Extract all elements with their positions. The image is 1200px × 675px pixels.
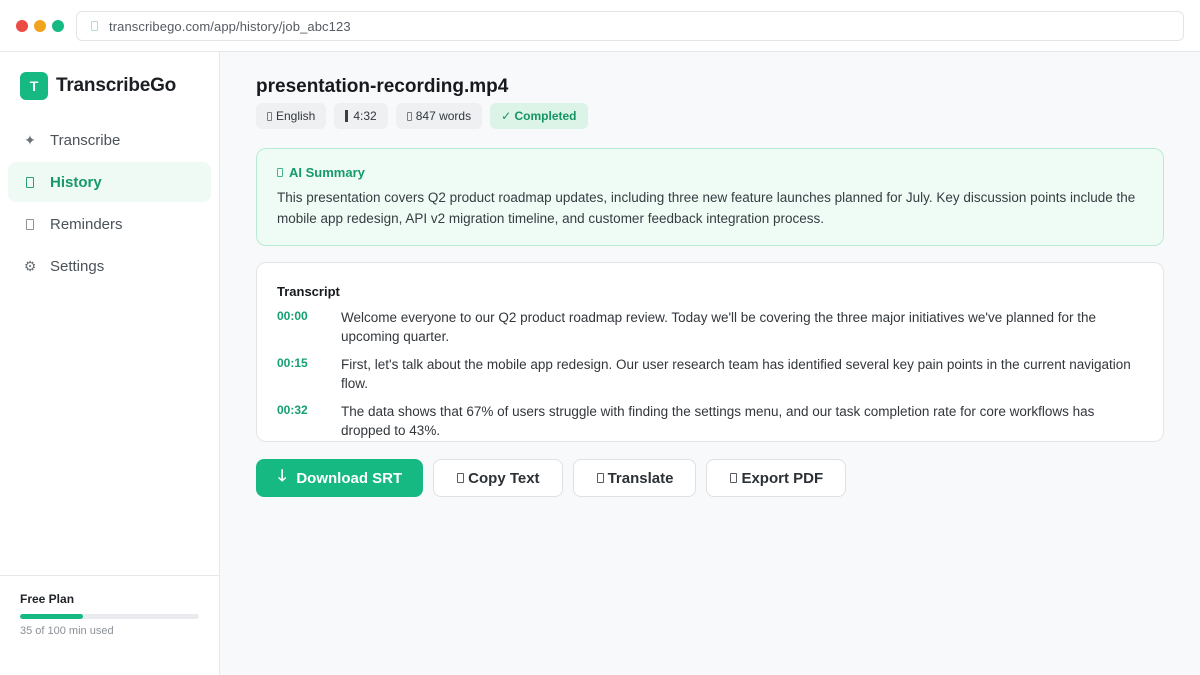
sidebar-item-label: Settings: [50, 257, 105, 275]
segment-text: Welcome everyone to our Q2 product roadm…: [341, 310, 1097, 344]
sidebar-item-label: Reminders: [50, 215, 123, 233]
sparkle-icon: ✦: [24, 131, 36, 148]
browser-bar: transcribego.com/app/history/job_abc123: [0, 0, 1200, 52]
main-content: presentation-recording.mp4 English 4:32 …: [220, 52, 1200, 675]
download-srt-label: Download SRT: [296, 469, 403, 487]
sparkle-icon: [277, 168, 283, 177]
address-bar[interactable]: transcribego.com/app/history/job_abc123: [76, 11, 1184, 41]
ai-summary-card: AI Summary This presentation covers Q2 p…: [256, 148, 1164, 246]
plan-title: Free Plan: [20, 592, 75, 606]
usage-progress-fill: [20, 614, 83, 619]
translate-icon: [596, 473, 604, 483]
history-icon: [23, 176, 37, 188]
export-pdf-button[interactable]: Export PDF: [706, 459, 847, 497]
usage-progress-bar: [20, 614, 199, 619]
pdf-icon: [730, 473, 738, 483]
globe-icon: [267, 111, 272, 121]
ai-summary-text: This presentation covers Q2 product road…: [277, 190, 1136, 226]
export-pdf-label: Export PDF: [741, 469, 824, 487]
word-count-badge: 847 words: [395, 103, 483, 129]
url-text[interactable]: transcribego.com/app/history/job_abc123: [109, 19, 351, 34]
close-window-dot[interactable]: [16, 20, 28, 32]
language-badge: English: [256, 103, 327, 129]
bell-icon: [23, 218, 37, 230]
action-bar: 🡓 Download SRT Copy Text Translate Expor…: [256, 459, 856, 497]
segment-timestamp[interactable]: 00:00: [277, 308, 341, 346]
word-count-text: 847 words: [415, 109, 472, 123]
transcript-segment[interactable]: 00:32 The data shows that 67% of users s…: [277, 402, 1143, 440]
maximize-window-dot[interactable]: [52, 20, 64, 32]
copy-icon: [457, 473, 465, 483]
transcript-card[interactable]: Transcript 00:00 Welcome everyone to our…: [256, 262, 1164, 442]
plan-usage-text: 35 of 100 min used: [20, 625, 114, 637]
transcript-segment[interactable]: 00:00 Welcome everyone to our Q2 product…: [277, 308, 1143, 346]
language-text: English: [276, 109, 316, 123]
sidebar: T TranscribeGo ✦ Transcribe History Remi…: [0, 52, 220, 675]
page-title: presentation-recording.mp4: [256, 76, 509, 97]
ai-summary-heading: AI Summary: [277, 165, 1143, 180]
lock-icon: [91, 21, 98, 31]
brand[interactable]: T TranscribeGo: [20, 72, 176, 100]
gear-icon: ⚙: [23, 257, 37, 274]
clock-icon: [345, 110, 349, 122]
segment-text: The data shows that 67% of users struggl…: [341, 404, 1095, 438]
sidebar-item-reminders[interactable]: Reminders: [8, 204, 211, 244]
copy-text-button[interactable]: Copy Text: [433, 459, 563, 497]
download-icon: 🡓: [278, 467, 287, 485]
duration-badge: 4:32: [334, 103, 388, 129]
status-badge: ✓ Completed: [490, 103, 588, 129]
minimize-window-dot[interactable]: [34, 20, 46, 32]
plan-usage-panel: Free Plan 35 of 100 min used: [0, 575, 219, 675]
file-meta: English 4:32 847 words ✓ Completed: [256, 103, 596, 129]
sidebar-item-transcribe[interactable]: ✦ Transcribe: [8, 120, 211, 160]
translate-label: Translate: [607, 469, 674, 487]
brand-name: TranscribeGo: [56, 75, 177, 96]
document-icon: [406, 111, 412, 121]
brand-logo: T: [20, 72, 48, 100]
sidebar-item-label: Transcribe: [50, 131, 121, 149]
segment-text: First, let's talk about the mobile app r…: [341, 357, 1131, 391]
transcript-segment[interactable]: 00:15 First, let's talk about the mobile…: [277, 355, 1143, 393]
copy-text-label: Copy Text: [468, 469, 540, 487]
sidebar-item-settings[interactable]: ⚙ Settings: [8, 246, 211, 286]
status-text: ✓ Completed: [501, 109, 577, 123]
translate-button[interactable]: Translate: [572, 459, 697, 497]
download-srt-button[interactable]: 🡓 Download SRT: [256, 459, 424, 497]
sidebar-nav: ✦ Transcribe History Reminders ⚙ Setting…: [8, 120, 211, 288]
sidebar-item-history[interactable]: History: [8, 162, 211, 202]
duration-text: 4:32: [353, 109, 377, 123]
ai-summary-title: AI Summary: [289, 165, 365, 180]
transcript-title: Transcript: [277, 284, 340, 299]
sidebar-item-label: History: [50, 173, 102, 191]
segment-timestamp[interactable]: 00:32: [277, 402, 341, 440]
segment-timestamp[interactable]: 00:15: [277, 355, 341, 393]
